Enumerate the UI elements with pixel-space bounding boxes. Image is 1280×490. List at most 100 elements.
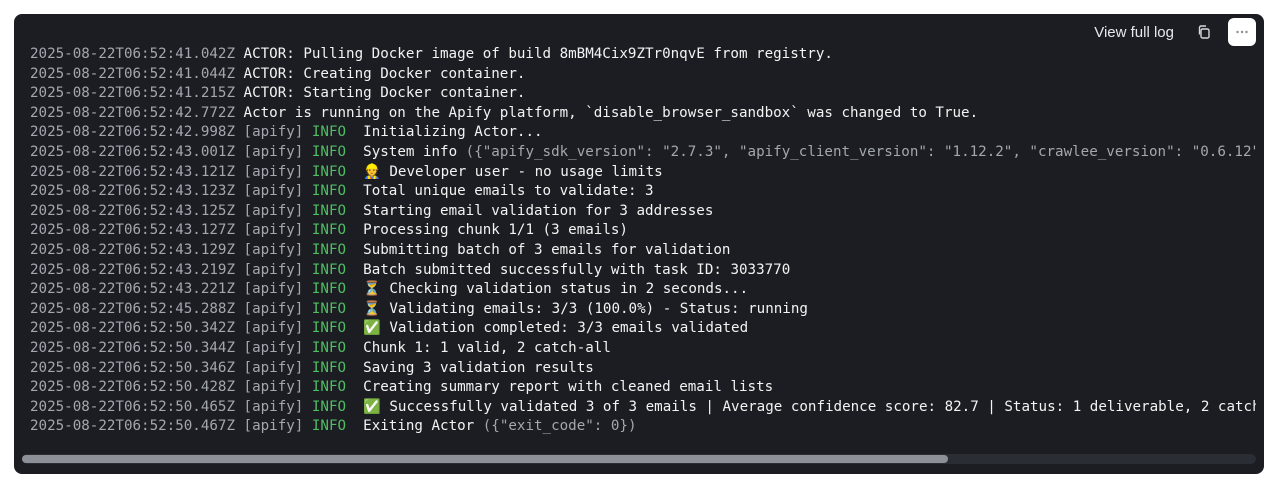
log-message: System info <box>363 143 458 160</box>
log-line: 2025-08-22T06:52:41.215Z ACTOR: Starting… <box>30 84 1256 104</box>
log-source: [apify] <box>243 222 304 239</box>
log-line: 2025-08-22T06:52:43.125Z [apify] INFO St… <box>30 202 1256 222</box>
log-source: [apify] <box>243 418 304 435</box>
log-level: INFO <box>311 300 347 317</box>
log-message: Batch submitted successfully with task I… <box>363 261 791 278</box>
copy-button[interactable] <box>1190 18 1218 46</box>
log-source: [apify] <box>243 261 304 278</box>
log-level: INFO <box>311 379 347 396</box>
log-line: 2025-08-22T06:52:50.465Z [apify] INFO ✅ … <box>30 398 1256 418</box>
log-line: 2025-08-22T06:52:43.123Z [apify] INFO To… <box>30 182 1256 202</box>
log-line: 2025-08-22T06:52:43.127Z [apify] INFO Pr… <box>30 221 1256 241</box>
log-line: 2025-08-22T06:52:42.772Z Actor is runnin… <box>30 104 1256 124</box>
log-timestamp: 2025-08-22T06:52:43.221Z <box>30 281 235 298</box>
log-level: INFO <box>311 143 347 160</box>
log-source: [apify] <box>243 379 304 396</box>
log-timestamp: 2025-08-22T06:52:50.465Z <box>30 398 235 415</box>
log-timestamp: 2025-08-22T06:52:43.125Z <box>30 202 235 219</box>
log-message: Initializing Actor... <box>363 124 543 141</box>
log-message: ACTOR: Starting Docker container. <box>243 85 526 102</box>
log-line: 2025-08-22T06:52:43.129Z [apify] INFO Su… <box>30 241 1256 261</box>
log-line: 2025-08-22T06:52:41.044Z ACTOR: Creating… <box>30 65 1256 85</box>
log-timestamp: 2025-08-22T06:52:43.129Z <box>30 241 235 258</box>
log-timestamp: 2025-08-22T06:52:41.215Z <box>30 85 235 102</box>
log-panel: View full log 2025-08-22T06:52:41.042Z A… <box>14 14 1264 474</box>
log-message: 👷 Developer user - no usage limits <box>363 163 663 180</box>
log-source: [apify] <box>243 202 304 219</box>
log-source: [apify] <box>243 143 304 160</box>
more-horizontal-icon <box>1236 30 1248 34</box>
horizontal-scrollbar[interactable] <box>22 454 1256 464</box>
log-timestamp: 2025-08-22T06:52:43.127Z <box>30 222 235 239</box>
log-level: INFO <box>311 241 347 258</box>
log-line: 2025-08-22T06:52:42.998Z [apify] INFO In… <box>30 123 1256 143</box>
log-level: INFO <box>311 320 347 337</box>
log-source: [apify] <box>243 359 304 376</box>
log-line: 2025-08-22T06:52:50.428Z [apify] INFO Cr… <box>30 378 1256 398</box>
log-message: Starting email validation for 3 addresse… <box>363 202 714 219</box>
log-level: INFO <box>311 261 347 278</box>
scrollbar-thumb[interactable] <box>22 455 948 463</box>
log-extra-data: ({"apify_sdk_version": "2.7.3", "apify_c… <box>465 143 1256 160</box>
log-level: INFO <box>311 398 347 415</box>
log-message: ✅ Successfully validated 3 of 3 emails |… <box>363 398 1256 415</box>
log-message: ⏳ Validating emails: 3/3 (100.0%) - Stat… <box>363 300 808 317</box>
log-message: Creating summary report with cleaned ema… <box>363 379 774 396</box>
log-line: 2025-08-22T06:52:50.467Z [apify] INFO Ex… <box>30 417 1256 437</box>
view-full-log-button[interactable]: View full log <box>1088 24 1180 41</box>
log-message: Submitting batch of 3 emails for validat… <box>363 241 731 258</box>
log-level: INFO <box>311 359 347 376</box>
log-level: INFO <box>311 418 347 435</box>
log-timestamp: 2025-08-22T06:52:50.342Z <box>30 320 235 337</box>
log-line: 2025-08-22T06:52:43.221Z [apify] INFO ⏳ … <box>30 280 1256 300</box>
log-toolbar: View full log <box>1088 18 1256 46</box>
log-source: [apify] <box>243 300 304 317</box>
log-timestamp: 2025-08-22T06:52:50.428Z <box>30 379 235 396</box>
log-source: [apify] <box>243 183 304 200</box>
log-timestamp: 2025-08-22T06:52:50.344Z <box>30 339 235 356</box>
log-timestamp: 2025-08-22T06:52:43.001Z <box>30 143 235 160</box>
log-message: Total unique emails to validate: 3 <box>363 183 654 200</box>
log-timestamp: 2025-08-22T06:52:43.121Z <box>30 163 235 180</box>
log-extra-data: ({"exit_code": 0}) <box>482 418 637 435</box>
log-source: [apify] <box>243 398 304 415</box>
log-source: [apify] <box>243 241 304 258</box>
log-line: 2025-08-22T06:52:41.042Z ACTOR: Pulling … <box>30 45 1256 65</box>
log-level: INFO <box>311 339 347 356</box>
log-source: [apify] <box>243 320 304 337</box>
log-source: [apify] <box>243 281 304 298</box>
more-options-button[interactable] <box>1228 18 1256 46</box>
log-level: INFO <box>311 202 347 219</box>
log-line: 2025-08-22T06:52:50.342Z [apify] INFO ✅ … <box>30 319 1256 339</box>
log-line: 2025-08-22T06:52:43.121Z [apify] INFO 👷 … <box>30 163 1256 183</box>
log-message: Chunk 1: 1 valid, 2 catch-all <box>363 339 611 356</box>
log-message: Processing chunk 1/1 (3 emails) <box>363 222 628 239</box>
log-message: ⏳ Checking validation status in 2 second… <box>363 281 749 298</box>
log-message: Actor is running on the Apify platform, … <box>243 104 979 121</box>
log-line: 2025-08-22T06:52:43.219Z [apify] INFO Ba… <box>30 261 1256 281</box>
log-timestamp: 2025-08-22T06:52:42.998Z <box>30 124 235 141</box>
log-level: INFO <box>311 281 347 298</box>
log-timestamp: 2025-08-22T06:52:41.042Z <box>30 46 235 62</box>
log-timestamp: 2025-08-22T06:52:50.467Z <box>30 418 235 435</box>
log-timestamp: 2025-08-22T06:52:43.219Z <box>30 261 235 278</box>
log-level: INFO <box>311 222 347 239</box>
log-message: ✅ Validation completed: 3/3 emails valid… <box>363 320 749 337</box>
log-source: [apify] <box>243 339 304 356</box>
log-message: Exiting Actor <box>363 418 475 435</box>
log-timestamp: 2025-08-22T06:52:41.044Z <box>30 65 235 82</box>
log-timestamp: 2025-08-22T06:52:43.123Z <box>30 183 235 200</box>
log-timestamp: 2025-08-22T06:52:50.346Z <box>30 359 235 376</box>
log-message: ACTOR: Creating Docker container. <box>243 65 526 82</box>
log-source: [apify] <box>243 124 304 141</box>
log-timestamp: 2025-08-22T06:52:45.288Z <box>30 300 235 317</box>
log-line: 2025-08-22T06:52:50.346Z [apify] INFO Sa… <box>30 359 1256 379</box>
log-level: INFO <box>311 124 347 141</box>
log-level: INFO <box>311 183 347 200</box>
log-source: [apify] <box>243 163 304 180</box>
log-message: Saving 3 validation results <box>363 359 594 376</box>
log-output[interactable]: 2025-08-22T06:52:41.042Z ACTOR: Pulling … <box>30 45 1256 463</box>
copy-icon <box>1198 25 1210 39</box>
log-level: INFO <box>311 163 347 180</box>
log-line: 2025-08-22T06:52:50.344Z [apify] INFO Ch… <box>30 339 1256 359</box>
